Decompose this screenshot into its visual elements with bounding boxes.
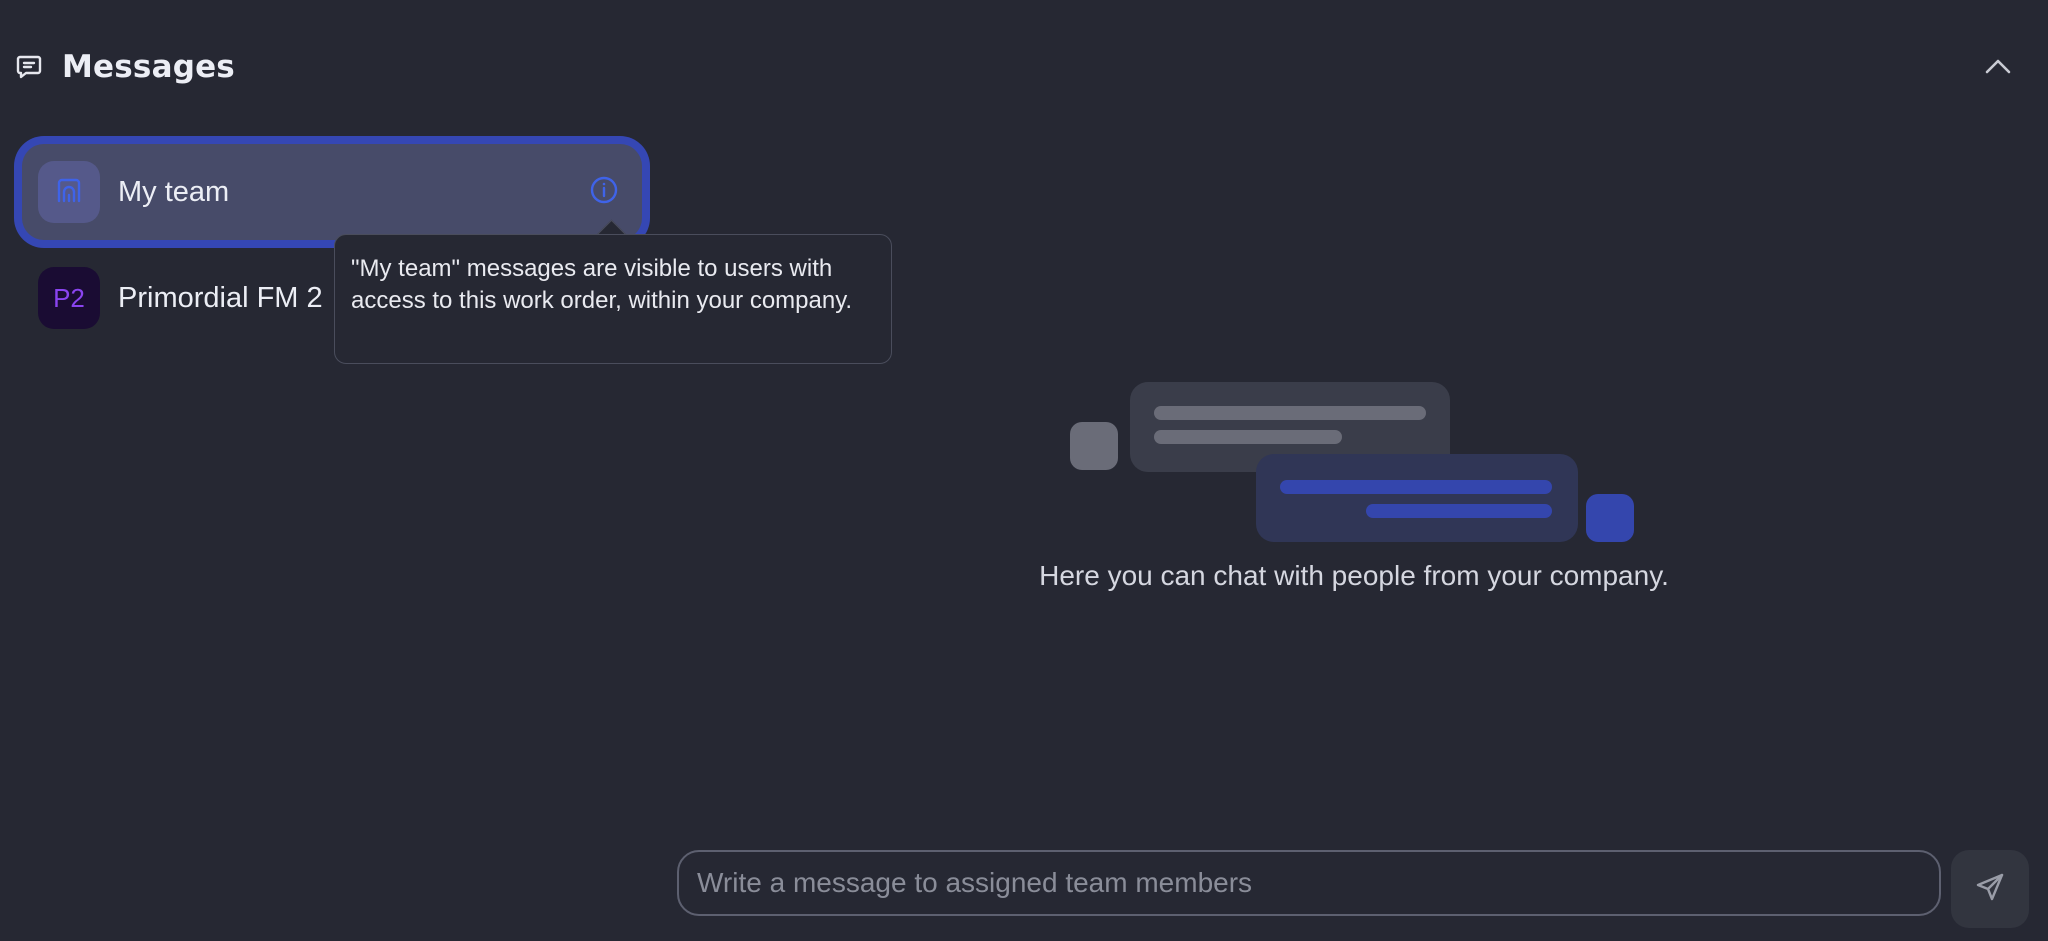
info-tooltip: "My team" messages are visible to users … [334, 234, 892, 364]
empty-state-text: Here you can chat with people from your … [1039, 560, 1669, 591]
channel-label: My team [118, 175, 230, 208]
channel-item-primordial-fm-2[interactable]: P2 Primordial FM 2 [22, 258, 342, 338]
collapse-button[interactable] [1978, 48, 2018, 88]
channel-label: Primordial FM 2 [118, 281, 323, 314]
team-icon [54, 175, 84, 209]
messages-panel: Messages My team P2 Primordial FM 2 "My … [0, 0, 2048, 941]
avatar: P2 [38, 267, 100, 329]
message-square-icon [14, 52, 44, 82]
chevron-up-icon [1985, 58, 2011, 78]
send-icon [1974, 871, 2006, 907]
panel-header: Messages [14, 44, 235, 90]
chat-illustration [1070, 382, 1634, 542]
info-button[interactable] [588, 176, 620, 208]
channel-item-my-team[interactable]: My team [22, 144, 642, 240]
send-button[interactable] [1951, 850, 2029, 928]
info-icon [589, 175, 619, 209]
message-input[interactable] [695, 866, 1939, 900]
team-avatar [38, 161, 100, 223]
page-title: Messages [62, 49, 235, 85]
message-composer [677, 850, 1941, 916]
